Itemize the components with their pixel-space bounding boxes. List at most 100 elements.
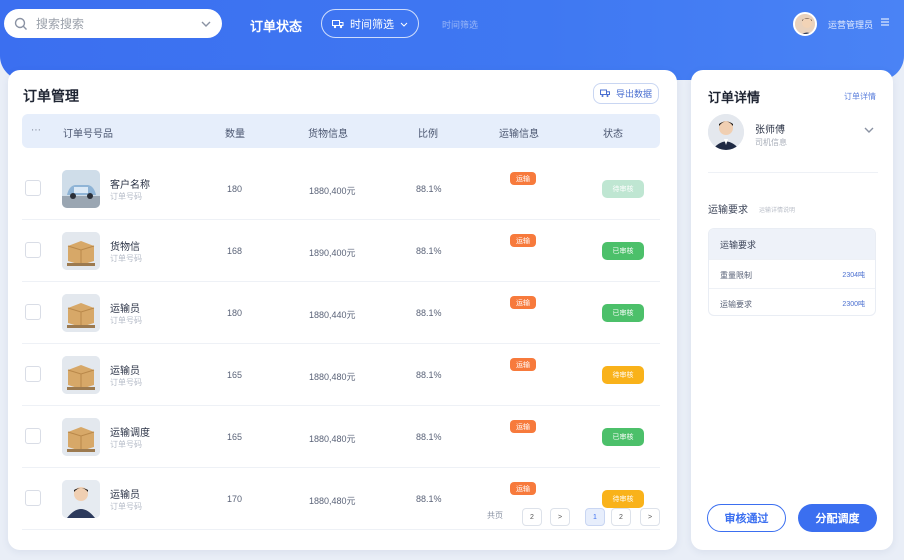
row-subtitle: 订单号码 — [110, 502, 142, 511]
panel-title: 订单管理 — [23, 88, 79, 104]
table-row[interactable]: 运输员 订单号码 180 1880,440元 88.1% 运输 已审核 — [22, 282, 660, 344]
row-subtitle: 订单号码 — [110, 192, 142, 201]
detail-link[interactable]: 订单详情 — [844, 91, 876, 102]
requirement-label: 重量限制 — [720, 271, 752, 280]
user-name[interactable]: 运营管理员 — [828, 18, 873, 31]
row-checkbox[interactable] — [25, 180, 41, 196]
requirement-row: 运输要求 2300吨 — [709, 288, 875, 315]
row-name: 运输员 — [110, 304, 140, 315]
row-subtitle: 订单号码 — [110, 316, 142, 325]
search-box[interactable] — [4, 9, 222, 38]
requirement-value: 2300吨 — [842, 301, 865, 308]
table-row[interactable]: 客户名称 订单号码 180 1880,400元 88.1% 运输 待审核 — [22, 158, 660, 220]
row-name: 客户名称 — [110, 180, 150, 191]
nav-order-status[interactable]: 订单状态 — [250, 16, 302, 35]
row-quantity: 165 — [227, 370, 243, 380]
divider — [708, 172, 878, 173]
user-avatar[interactable] — [793, 12, 817, 36]
col-header[interactable]: 比例 — [418, 125, 438, 140]
requirement-value: 2304吨 — [842, 272, 865, 279]
row-name: 运输员 — [110, 490, 140, 501]
col-header[interactable]: 货物信息 — [308, 125, 348, 140]
driver-info: 司机信息 — [755, 138, 787, 147]
export-button[interactable]: 导出数据 — [593, 83, 659, 104]
transport-tag: 运输 — [510, 420, 536, 433]
row-checkbox[interactable] — [25, 366, 41, 382]
transport-tag: 运输 — [510, 296, 536, 309]
col-header[interactable]: 数量 — [225, 125, 245, 140]
approve-button[interactable]: 审核通过 — [707, 504, 786, 532]
top-bar: 订单状态 时间筛选 时间筛选 运营管理员 — [0, 0, 904, 80]
row-checkbox[interactable] — [25, 428, 41, 444]
section-title: 运输要求 — [708, 205, 748, 216]
status-badge[interactable]: 已审核 — [602, 304, 644, 322]
export-label: 导出数据 — [615, 89, 652, 99]
row-amount: 1880,400元 — [309, 186, 356, 196]
dispatch-button[interactable]: 分配调度 — [798, 504, 877, 532]
page-button-active[interactable]: 1 — [585, 508, 605, 526]
order-management-panel: 订单管理 导出数据 ⋯ 订单号号品 数量 货物信息 比例 运输信息 状态 客户名… — [8, 70, 677, 550]
status-badge[interactable]: 待审核 — [602, 180, 644, 198]
row-checkbox[interactable] — [25, 242, 41, 258]
status-badge[interactable]: 待审核 — [602, 490, 644, 508]
row-quantity: 180 — [227, 308, 243, 318]
requirement-label: 运输要求 — [720, 300, 752, 309]
row-subtitle: 订单号码 — [110, 254, 142, 263]
row-quantity: 168 — [227, 246, 243, 256]
table-header: ⋯ 订单号号品 数量 货物信息 比例 运输信息 状态 — [22, 114, 660, 148]
table-row[interactable]: 运输调度 订单号码 165 1880,480元 88.1% 运输 已审核 — [22, 406, 660, 468]
status-badge[interactable]: 已审核 — [602, 242, 644, 260]
cargo-thumbnail — [62, 170, 100, 208]
search-input[interactable] — [36, 16, 200, 31]
row-name: 运输员 — [110, 366, 140, 377]
driver-name: 张师傅 — [755, 125, 785, 136]
truck-icon — [332, 19, 344, 28]
row-name: 货物信 — [110, 242, 140, 253]
time-filter-dropdown[interactable]: 时间筛选 — [321, 9, 419, 38]
status-badge[interactable]: 待审核 — [602, 366, 644, 384]
order-detail-panel: 订单详情 订单详情 张师傅 司机信息 运输要求 运输详情说明 运输要求 重量限制… — [691, 70, 893, 550]
next-page-button[interactable]: > — [550, 508, 570, 526]
transport-tag: 运输 — [510, 482, 536, 495]
row-amount: 1880,480元 — [309, 434, 356, 444]
truck-icon — [599, 89, 610, 97]
row-name: 运输调度 — [110, 428, 150, 439]
chevron-down-icon[interactable] — [200, 18, 212, 30]
nav-secondary[interactable]: 时间筛选 — [442, 18, 478, 31]
page-button[interactable]: 2 — [611, 508, 631, 526]
row-checkbox[interactable] — [25, 490, 41, 506]
cargo-thumbnail — [62, 418, 100, 456]
pager-label: 共页 — [487, 511, 503, 520]
col-header[interactable]: 运输信息 — [499, 125, 539, 140]
page-button[interactable]: 2 — [522, 508, 542, 526]
table-row[interactable]: 货物信 订单号码 168 1890,400元 88.1% 运输 已审核 — [22, 220, 660, 282]
requirement-row: 重量限制 2304吨 — [709, 259, 875, 288]
person-icon — [795, 14, 815, 34]
side-title: 订单详情 — [708, 90, 761, 105]
row-amount: 1880,480元 — [309, 372, 356, 382]
row-quantity: 165 — [227, 432, 243, 442]
cargo-thumbnail — [62, 480, 100, 518]
search-icon — [14, 17, 27, 30]
row-percent: 88.1% — [416, 184, 442, 194]
next-page-button[interactable]: > — [640, 508, 660, 526]
chevron-down-icon[interactable] — [863, 124, 875, 136]
row-percent: 88.1% — [416, 432, 442, 442]
requirements-table: 运输要求 重量限制 2304吨 运输要求 2300吨 — [708, 228, 876, 316]
row-percent: 88.1% — [416, 370, 442, 380]
col-header[interactable]: 状态 — [603, 125, 623, 140]
requirements-header: 运输要求 — [709, 229, 875, 259]
status-badge[interactable]: 已审核 — [602, 428, 644, 446]
col-header[interactable]: 订单号号品 — [63, 125, 113, 140]
table-row[interactable]: 运输员 订单号码 165 1880,480元 88.1% 运输待审核 — [22, 344, 660, 406]
row-percent: 88.1% — [416, 308, 442, 318]
row-percent: 88.1% — [416, 494, 442, 504]
row-amount: 1890,400元 — [309, 248, 356, 258]
menu-icon[interactable] — [880, 17, 890, 27]
transport-tag: 运输 — [510, 172, 536, 185]
section-subtitle: 运输详情说明 — [759, 208, 796, 214]
row-checkbox[interactable] — [25, 304, 41, 320]
row-subtitle: 订单号码 — [110, 378, 142, 387]
select-all-checkbox[interactable]: ⋯ — [31, 125, 41, 136]
transport-tag: 运输 — [510, 358, 536, 371]
